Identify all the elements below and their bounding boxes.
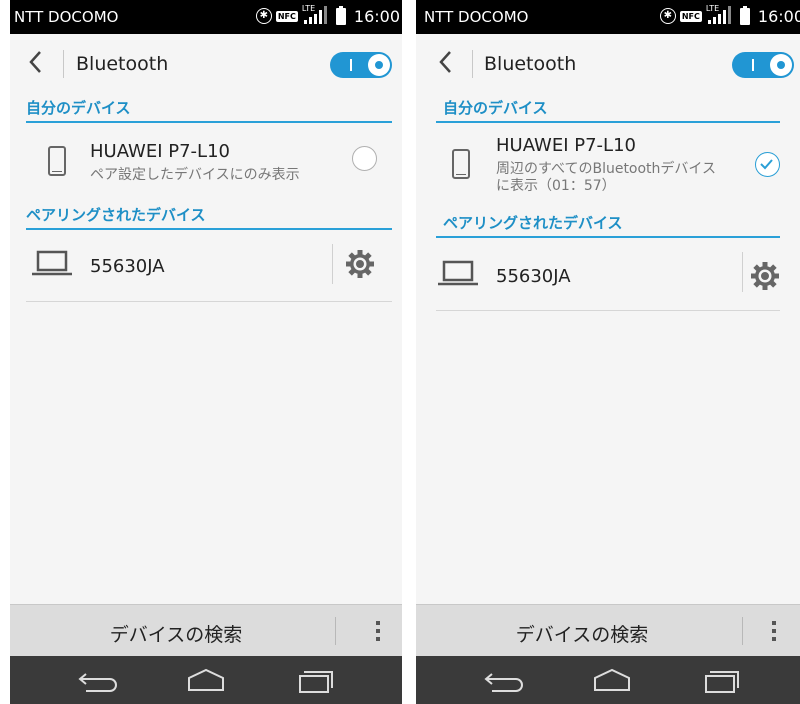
section-title-my-device: 自分のデバイス: [443, 99, 548, 117]
nfc-icon: NFC: [275, 10, 298, 22]
visibility-radio-checked[interactable]: [755, 152, 780, 177]
carrier-name: NTT DOCOMO: [14, 8, 119, 26]
search-devices-label: デバイスの検索: [109, 624, 243, 646]
section-divider: [26, 121, 392, 123]
overflow-menu-icon: [772, 621, 776, 625]
overflow-menu-icon: [376, 621, 380, 625]
section-title-paired: ペアリングされたデバイス: [26, 206, 206, 224]
clock: 16:00: [353, 6, 400, 26]
system-nav-bar: [10, 656, 402, 704]
laptop-icon: [438, 260, 478, 286]
checkmark-icon: [760, 159, 773, 170]
paired-device-name: 55630JA: [90, 256, 165, 277]
recent-apps-icon[interactable]: [294, 664, 340, 696]
section-divider: [436, 121, 780, 123]
bottom-bar-divider: [742, 617, 743, 645]
row-divider: [26, 301, 392, 302]
nfc-icon: NFC: [679, 10, 702, 22]
my-device-name: HUAWEI P7-L10: [90, 141, 230, 162]
bluetooth-toggle[interactable]: [732, 52, 794, 78]
gear-icon[interactable]: [750, 261, 780, 291]
bottom-bar-divider: [335, 617, 336, 645]
paired-device-name: 55630JA: [496, 266, 571, 287]
my-device-row[interactable]: HUAWEI P7-L10 周辺のすべてのBluetoothデバイス に表示（0…: [416, 124, 800, 208]
chevron-left-icon: [29, 51, 41, 73]
status-bar: NTT DOCOMO ✱ NFC LTE 16:00: [416, 0, 800, 34]
smartphone-icon: [452, 149, 470, 179]
bottom-action-bar: デバイスの検索: [416, 604, 800, 656]
row-divider: [332, 244, 333, 284]
back-button[interactable]: [20, 46, 60, 82]
status-icons: ✱ NFC LTE 16:00: [659, 4, 800, 26]
paired-device-row[interactable]: 55630JA: [10, 230, 402, 302]
my-device-visibility-text-2: に表示（01：57）: [496, 178, 616, 194]
page-title: Bluetooth: [76, 53, 169, 75]
header-divider: [63, 50, 64, 78]
toggle-knob: [770, 54, 792, 76]
bluetooth-status-icon: ✱: [255, 8, 272, 24]
battery-icon: [739, 5, 750, 25]
my-device-visibility-text: 周辺のすべてのBluetoothデバイス: [496, 161, 717, 177]
status-bar: NTT DOCOMO ✱ NFC LTE 16:00: [10, 0, 402, 34]
search-devices-button[interactable]: デバイスの検索: [10, 605, 342, 657]
overflow-menu-button[interactable]: [760, 613, 788, 649]
back-button[interactable]: [430, 46, 470, 82]
visibility-radio-unchecked[interactable]: [352, 146, 377, 171]
home-icon[interactable]: [589, 664, 635, 696]
toggle-knob: [368, 54, 390, 76]
page-title: Bluetooth: [484, 53, 577, 75]
search-devices-button[interactable]: デバイスの検索: [416, 605, 748, 657]
back-icon[interactable]: [482, 664, 528, 696]
action-bar: Bluetooth: [416, 34, 800, 94]
chevron-left-icon: [439, 51, 451, 73]
lte-signal-icon: LTE: [302, 4, 330, 26]
bottom-action-bar: デバイスの検索: [10, 604, 402, 656]
phone-screen-left: NTT DOCOMO ✱ NFC LTE 16:00 Bluetooth 自分の…: [10, 0, 402, 704]
my-device-visibility-text: ペア設定したデバイスにのみ表示: [90, 167, 300, 183]
header-divider: [472, 50, 473, 78]
bluetooth-toggle[interactable]: [330, 52, 392, 78]
row-divider: [436, 310, 780, 311]
section-title-paired: ペアリングされたデバイス: [443, 214, 623, 232]
system-nav-bar: [416, 656, 800, 704]
status-icons: ✱ NFC LTE 16:00: [255, 4, 400, 26]
lte-signal-icon: LTE: [706, 4, 734, 26]
home-icon[interactable]: [183, 664, 229, 696]
search-devices-label: デバイスの検索: [515, 624, 649, 646]
overflow-menu-button[interactable]: [364, 613, 392, 649]
row-divider: [742, 252, 743, 292]
gear-icon[interactable]: [345, 249, 375, 279]
my-device-name: HUAWEI P7-L10: [496, 135, 636, 156]
action-bar: Bluetooth: [10, 34, 402, 94]
clock: 16:00: [757, 6, 800, 26]
section-title-my-device: 自分のデバイス: [26, 99, 131, 117]
phone-screen-right: NTT DOCOMO ✱ NFC LTE 16:00 Bluetooth 自分の…: [416, 0, 800, 704]
battery-icon: [335, 5, 346, 25]
paired-device-row[interactable]: 55630JA: [416, 238, 800, 310]
my-device-row[interactable]: HUAWEI P7-L10 ペア設定したデバイスにのみ表示: [10, 124, 402, 200]
back-icon[interactable]: [76, 664, 122, 696]
toggle-on-mark: [752, 59, 754, 71]
bluetooth-status-icon: ✱: [659, 8, 676, 24]
recent-apps-icon[interactable]: [700, 664, 746, 696]
smartphone-icon: [48, 146, 66, 176]
laptop-icon: [32, 250, 72, 276]
carrier-name: NTT DOCOMO: [424, 8, 529, 26]
toggle-on-mark: [350, 59, 352, 71]
